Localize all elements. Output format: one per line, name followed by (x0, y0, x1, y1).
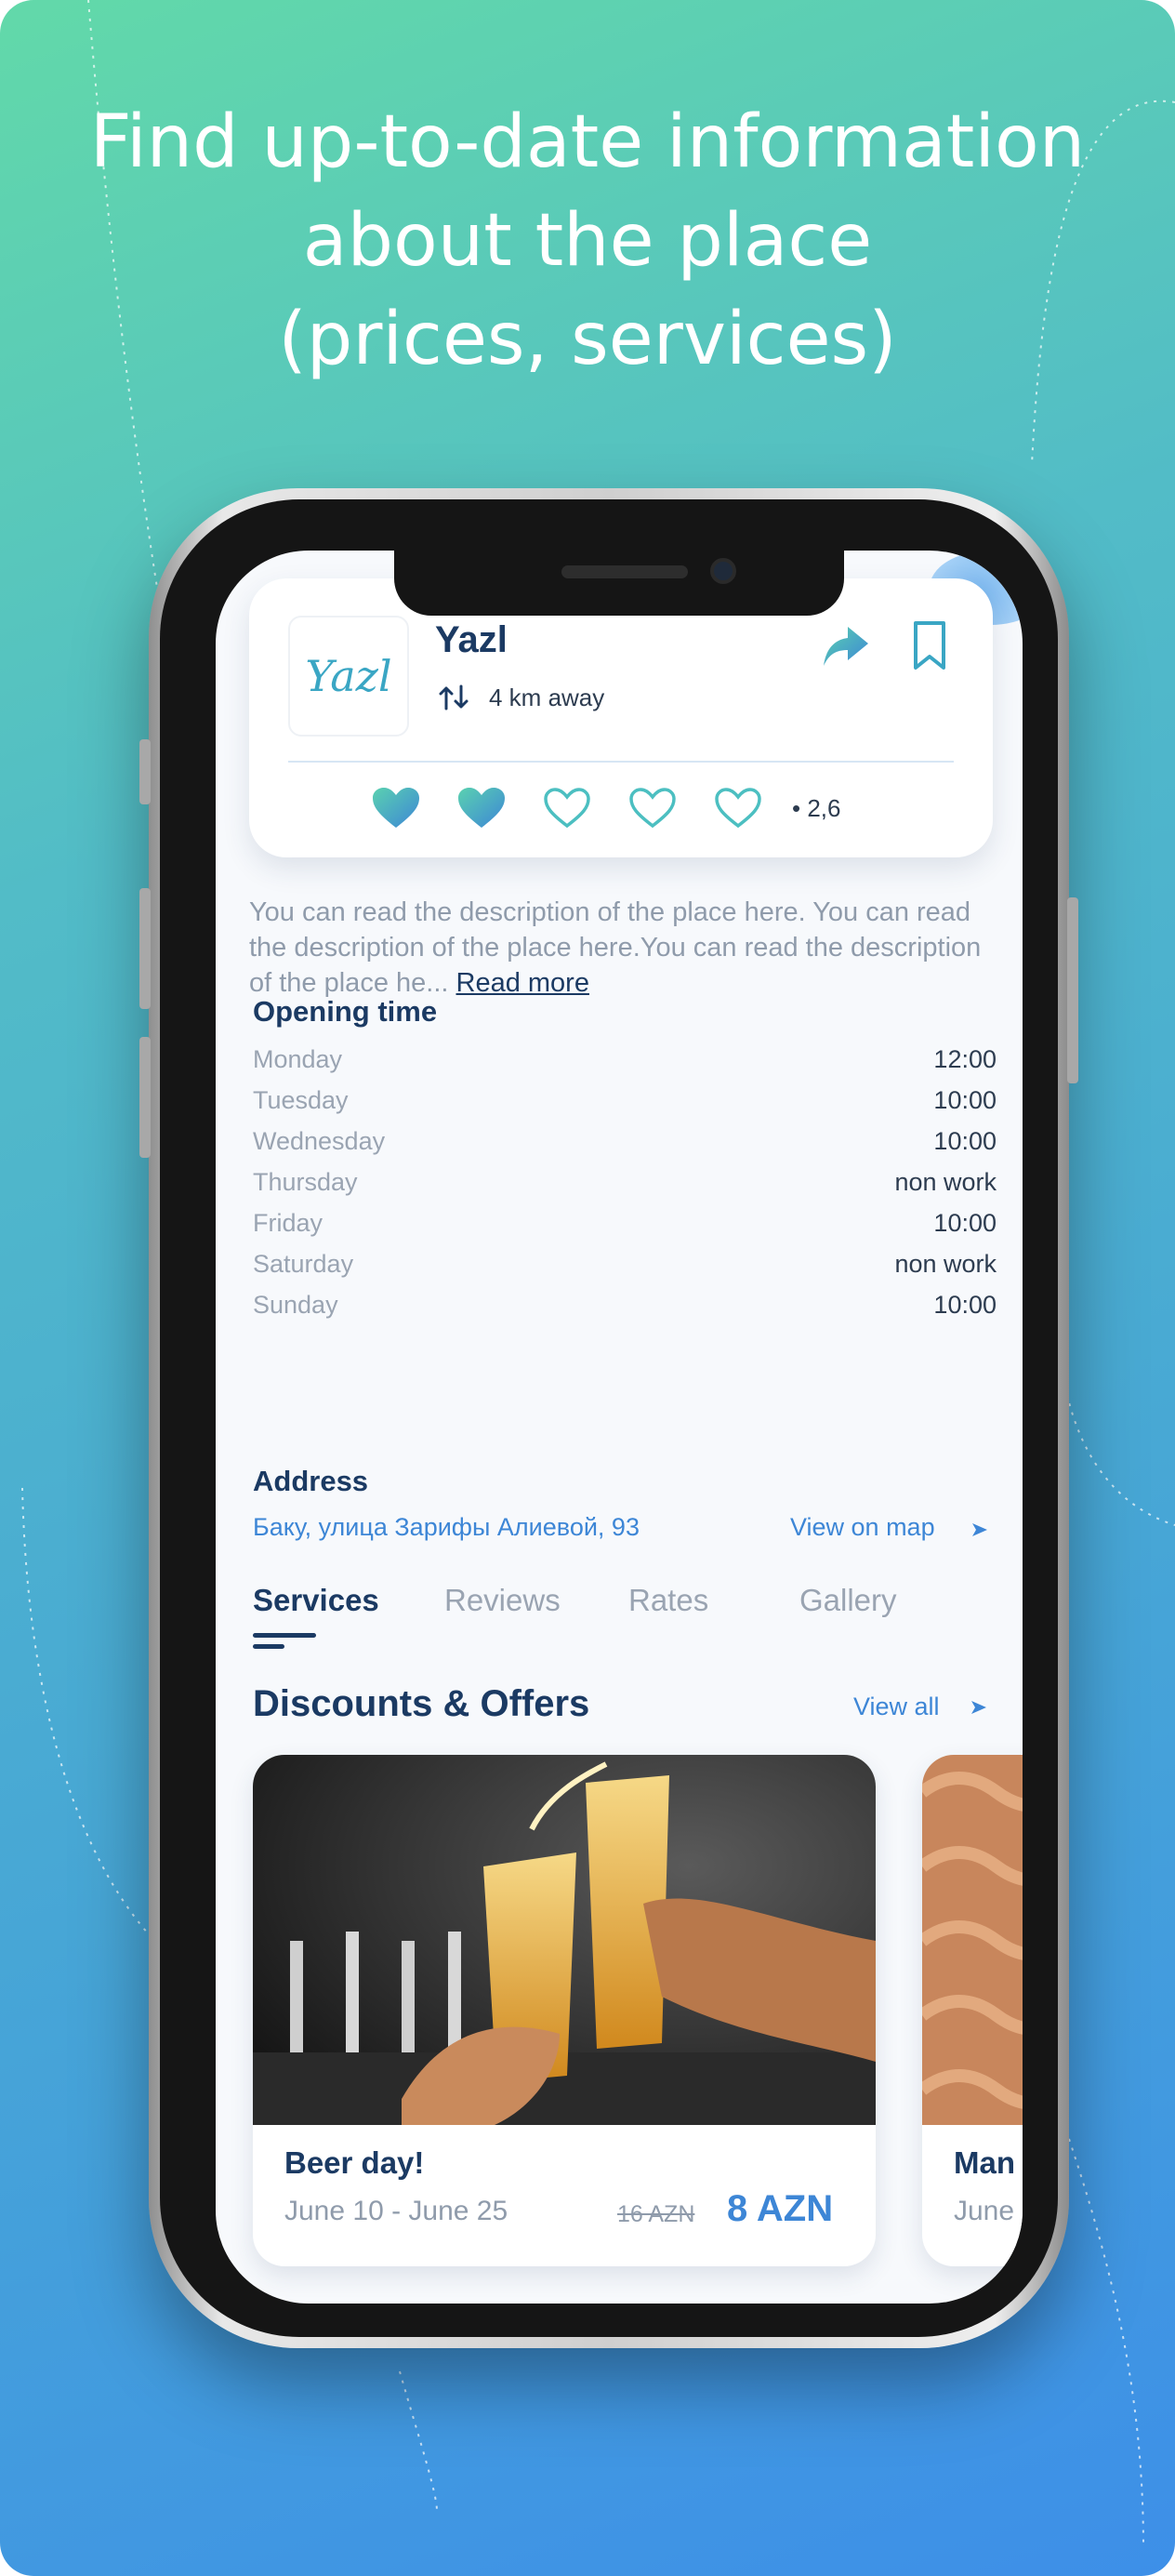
view-on-map-link[interactable]: View on map (790, 1513, 935, 1542)
time-value: 10:00 (933, 1208, 997, 1237)
volume-down-button (139, 1037, 151, 1158)
place-logo-text: Yazl (305, 651, 392, 701)
front-camera (710, 558, 736, 584)
tab-gallery[interactable]: Gallery (799, 1583, 897, 1618)
tab-services[interactable]: Services (253, 1583, 379, 1618)
old-price: 16 AZN (617, 2201, 695, 2227)
address-title: Address (253, 1465, 369, 1497)
heart-outline-icon[interactable] (712, 785, 764, 831)
hours-row: Thursday non work (253, 1162, 997, 1202)
tab-rates[interactable]: Rates (628, 1583, 708, 1618)
offer-dates: June 10 - June 25 (284, 2196, 508, 2226)
card-divider (288, 761, 954, 763)
power-button (1067, 897, 1078, 1083)
place-name: Yazl (435, 619, 508, 660)
distance-text: 4 km away (489, 684, 605, 711)
read-more-link[interactable]: Read more (456, 968, 589, 998)
rating-value: • 2,6 (792, 793, 841, 822)
arrow-icon[interactable] (969, 1698, 989, 1717)
offer-title: Beer day! (284, 2145, 425, 2180)
active-tab-indicator-accent (253, 1644, 284, 1649)
phone-notch (394, 551, 844, 616)
hours-row: Wednesday 10:00 (253, 1121, 997, 1162)
opening-hours-list: Monday 12:00 Tuesday 10:00 Wednesday 10:00 … (253, 1039, 997, 1325)
hours-row: Saturday non work (253, 1243, 997, 1284)
hours-row: Friday 10:00 (253, 1202, 997, 1243)
day-label: Sunday (253, 1290, 338, 1319)
offer-title: Man (954, 2145, 1015, 2180)
offer-card[interactable]: Man June (922, 1755, 1023, 2266)
time-value: non work (894, 1167, 997, 1196)
headline-line-3: (prices, services) (278, 298, 897, 381)
active-tab-indicator (253, 1633, 316, 1638)
time-value: 10:00 (933, 1290, 997, 1319)
day-label: Monday (253, 1044, 343, 1073)
time-value: non work (894, 1249, 997, 1278)
headline-line-2: about the place (302, 199, 873, 283)
place-card: Yazl Yazl 4 km away • 2,6 (249, 578, 993, 857)
volume-up-button (139, 888, 151, 1009)
day-label: Wednesday (253, 1126, 386, 1155)
time-value: 10:00 (933, 1085, 997, 1114)
offer-dates: June (954, 2196, 1015, 2226)
hours-row: Sunday 10:00 (253, 1284, 997, 1325)
hours-row: Monday 12:00 (253, 1039, 997, 1080)
heart-filled-icon[interactable] (455, 785, 508, 831)
headline-line-1: Find up-to-date information (89, 100, 1086, 184)
time-value: 12:00 (933, 1044, 997, 1073)
phone-bezel: Yazl Yazl 4 km away • 2,6 You can read t… (160, 499, 1058, 2337)
opening-time-title: Opening time (253, 995, 438, 1028)
rating-hearts[interactable]: • 2,6 (370, 785, 840, 831)
promo-background: Find up-to-date information about the pl… (0, 0, 1175, 2576)
offer-card[interactable]: Beer day! June 10 - June 25 16 AZN 8 AZN (253, 1755, 876, 2266)
knit-photo (922, 1755, 1023, 2125)
phone-frame: Yazl Yazl 4 km away • 2,6 You can read t… (139, 488, 1078, 2348)
offers-title: Discounts & Offers (253, 1683, 590, 1724)
arrow-icon[interactable] (969, 1520, 991, 1540)
tab-reviews[interactable]: Reviews (444, 1583, 561, 1618)
place-description: You can read the description of the plac… (249, 895, 984, 1001)
day-label: Tuesday (253, 1085, 349, 1114)
heart-outline-icon[interactable] (627, 785, 679, 831)
new-price: 8 AZN (727, 2188, 834, 2229)
route-icon (439, 684, 469, 710)
day-label: Saturday (253, 1249, 354, 1278)
bookmark-icon[interactable] (911, 619, 948, 673)
time-value: 10:00 (933, 1126, 997, 1155)
heart-filled-icon[interactable] (370, 785, 422, 831)
beer-photo (253, 1755, 876, 2125)
share-icon[interactable] (820, 623, 872, 671)
tab-bar: Services Reviews Rates Gallery (253, 1583, 997, 1649)
heart-outline-icon[interactable] (541, 785, 593, 831)
app-screen: Yazl Yazl 4 km away • 2,6 You can read t… (216, 551, 1023, 2304)
mute-switch (139, 739, 151, 804)
address-value: Баку, улица Зарифы Алиевой, 93 (253, 1513, 640, 1541)
day-label: Thursday (253, 1167, 358, 1196)
hours-row: Tuesday 10:00 (253, 1080, 997, 1121)
description-text: You can read the description of the plac… (249, 897, 982, 998)
promo-headline: Find up-to-date information about the pl… (0, 93, 1175, 389)
place-logo: Yazl (288, 616, 409, 737)
speaker-grille (561, 565, 688, 578)
day-label: Friday (253, 1208, 323, 1237)
view-all-link[interactable]: View all (853, 1693, 940, 1721)
